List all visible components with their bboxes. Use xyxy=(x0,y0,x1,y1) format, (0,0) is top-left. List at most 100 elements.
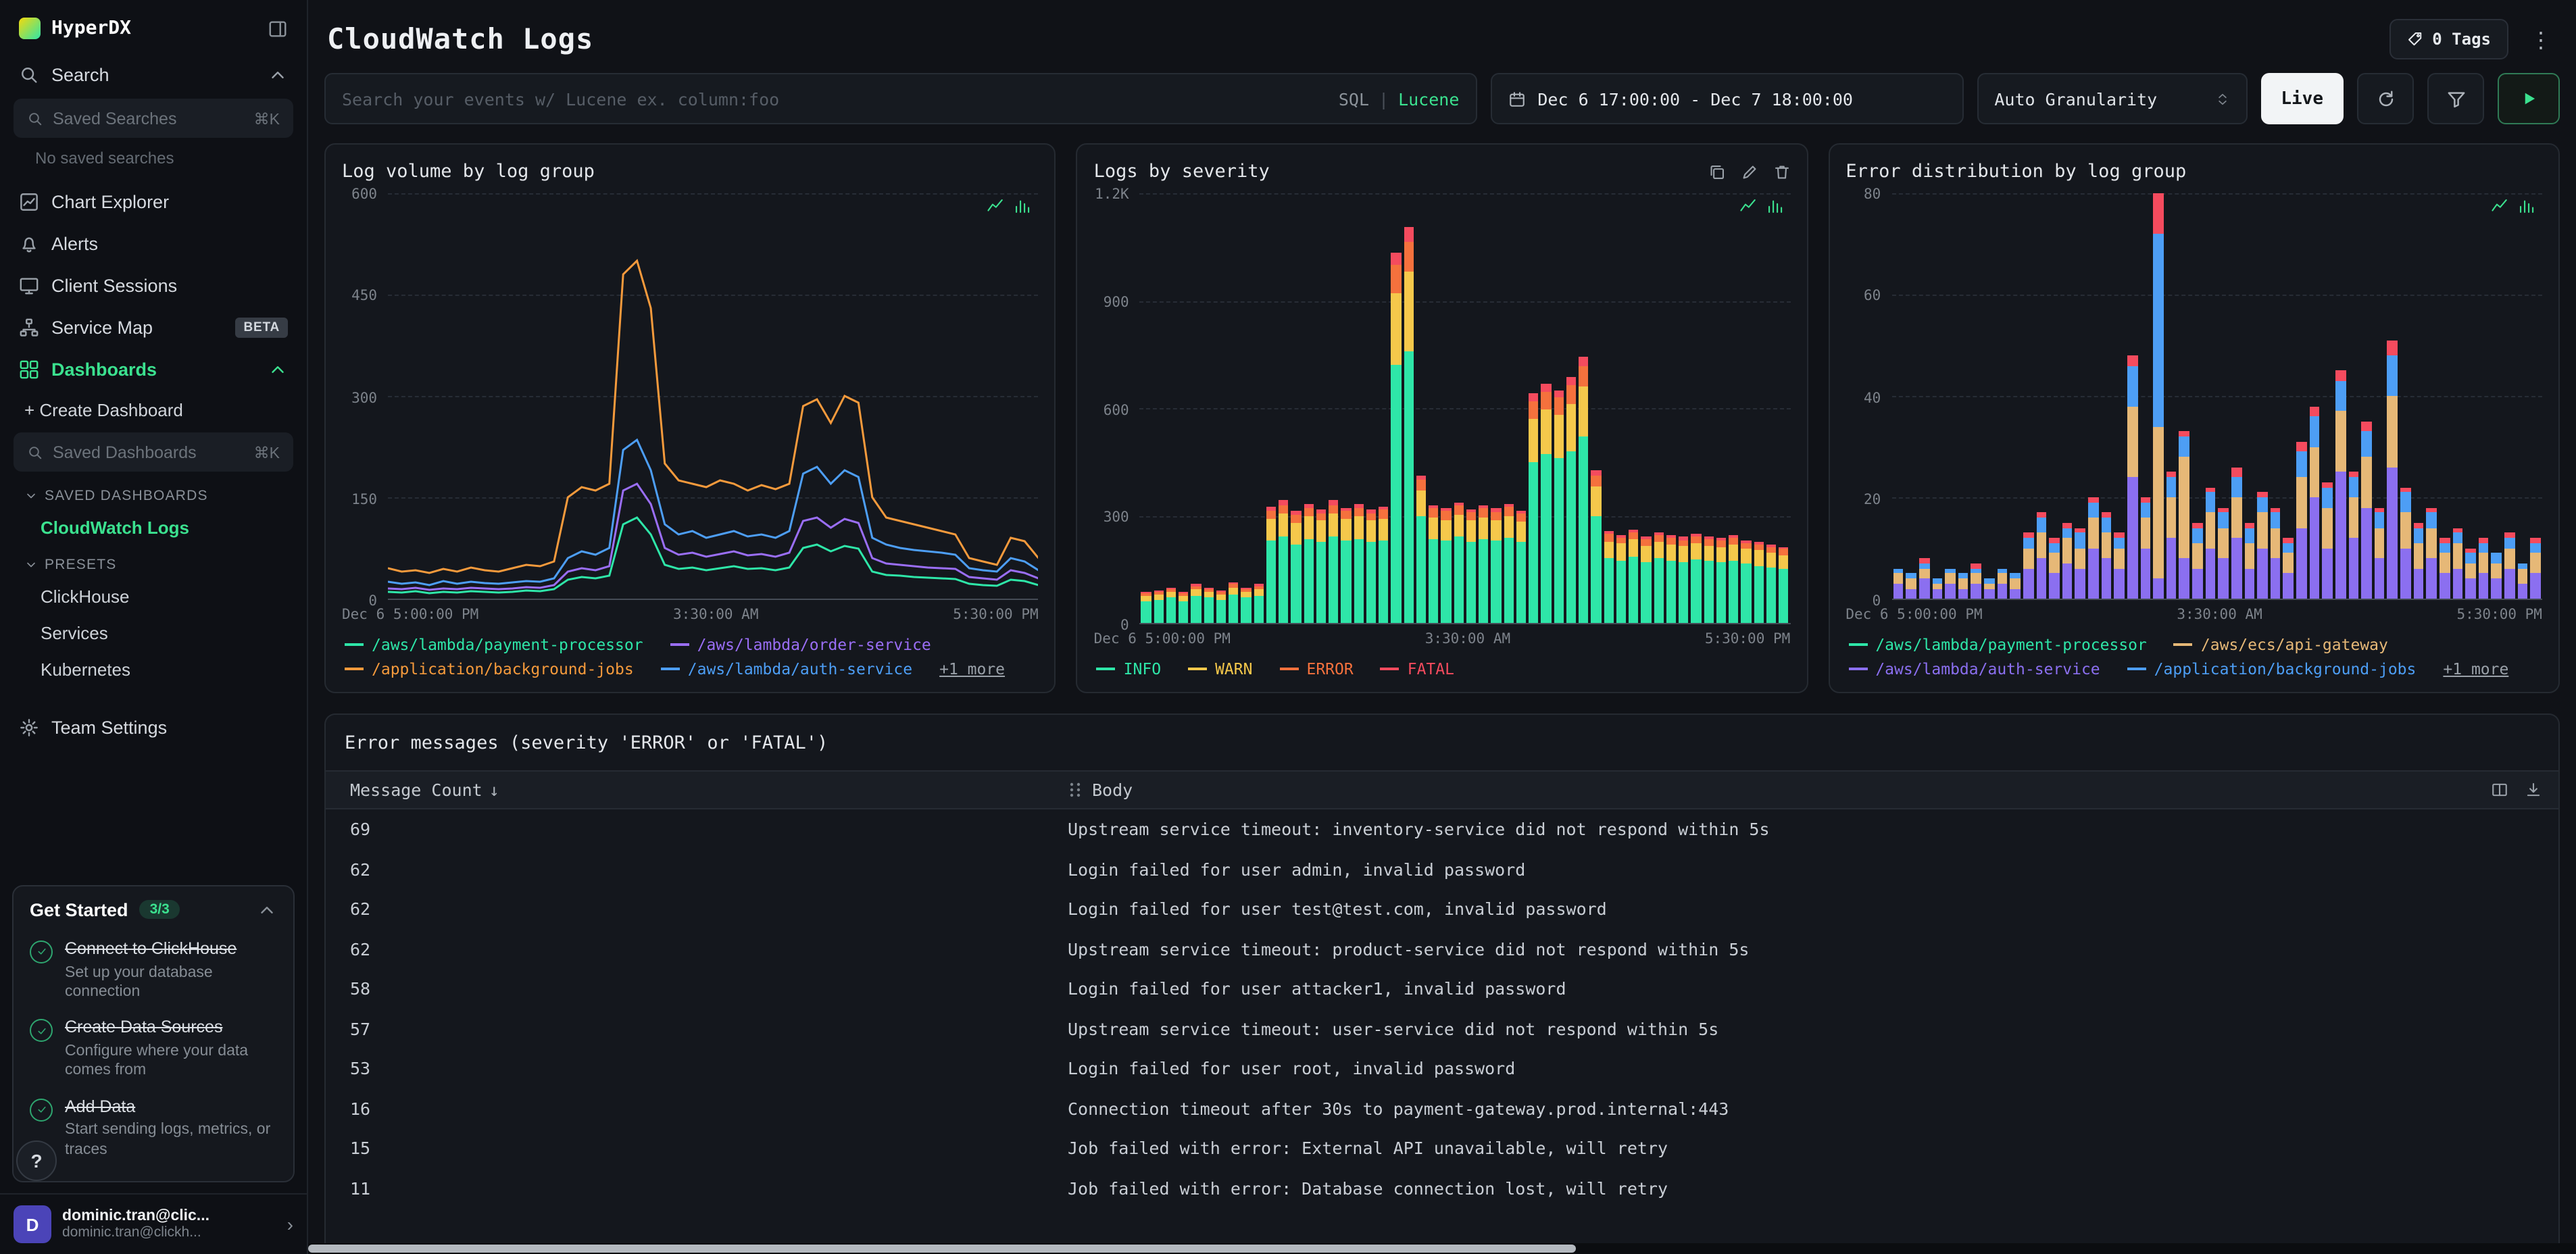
legend-item[interactable]: ERROR xyxy=(1279,659,1354,678)
bar[interactable] xyxy=(2231,193,2242,599)
bar[interactable] xyxy=(1366,193,1377,623)
bar[interactable] xyxy=(2088,193,2099,599)
bar[interactable] xyxy=(1216,193,1227,623)
delete-chart-icon[interactable] xyxy=(1773,163,1790,180)
tags-button[interactable]: 0 Tags xyxy=(2389,19,2508,59)
live-button[interactable]: Live xyxy=(2260,73,2344,124)
bar[interactable] xyxy=(1541,193,1552,623)
section-header-saved-dashboards[interactable]: SAVED DASHBOARDS xyxy=(0,477,307,509)
saved-dashboards-input[interactable]: Saved Dashboards ⌘K xyxy=(14,432,293,472)
bar[interactable] xyxy=(1779,193,1789,623)
bar[interactable] xyxy=(1454,193,1464,623)
table-row[interactable]: 15 Job failed with error: External API un… xyxy=(326,1128,2558,1168)
bar-chart-toggle-icon[interactable] xyxy=(1014,197,1032,215)
bar[interactable] xyxy=(1204,193,1214,623)
dashboard-link[interactable]: CloudWatch Logs xyxy=(0,509,307,546)
bar[interactable] xyxy=(1554,193,1564,623)
sidebar-item-chart-explorer[interactable]: Chart Explorer xyxy=(0,181,307,223)
bar[interactable] xyxy=(1279,193,1289,623)
bar[interactable] xyxy=(2465,193,2476,599)
table-row[interactable]: 69 Upstream service timeout: inventory-se… xyxy=(326,809,2558,849)
duplicate-chart-icon[interactable] xyxy=(1708,163,1725,180)
bar[interactable] xyxy=(1629,193,1639,623)
sidebar-item-service-map[interactable]: Service Map BETA xyxy=(0,307,307,349)
legend-item[interactable]: /application/background-jobs xyxy=(2127,659,2416,678)
line-chart-toggle-icon[interactable] xyxy=(987,197,1005,215)
bar[interactable] xyxy=(2504,193,2515,599)
bar[interactable] xyxy=(1291,193,1302,623)
bar[interactable] xyxy=(2114,193,2125,599)
legend-item[interactable]: INFO xyxy=(1096,659,1161,678)
bar[interactable] xyxy=(1141,193,1151,623)
legend-item[interactable]: +1 more xyxy=(2443,659,2508,678)
get-started-item[interactable]: Create Data Sources Configure where your … xyxy=(30,1010,277,1089)
bar[interactable] xyxy=(2062,193,2073,599)
horizontal-scrollbar[interactable] xyxy=(308,1243,2576,1254)
bar[interactable] xyxy=(1754,193,1764,623)
bar[interactable] xyxy=(1945,193,1956,599)
more-options-icon[interactable]: ⋮ xyxy=(2525,26,2557,52)
bar[interactable] xyxy=(1997,193,2008,599)
bar[interactable] xyxy=(1716,193,1727,623)
bar[interactable] xyxy=(1304,193,1314,623)
bar[interactable] xyxy=(1984,193,1995,599)
bar[interactable] xyxy=(1191,193,1202,623)
bar[interactable] xyxy=(1579,193,1589,623)
line-chart-toggle-icon[interactable] xyxy=(2491,197,2508,215)
granularity-select[interactable]: Auto Granularity xyxy=(1977,73,2248,124)
bar[interactable] xyxy=(1906,193,1916,599)
bar[interactable] xyxy=(2426,193,2437,599)
table-row[interactable]: 62 Login failed for user admin, invalid p… xyxy=(326,849,2558,889)
bar[interactable] xyxy=(2023,193,2034,599)
chart-plot[interactable] xyxy=(1139,193,1791,624)
legend-item[interactable]: /aws/lambda/auth-service xyxy=(660,659,912,678)
bar[interactable] xyxy=(2439,193,2450,599)
dashboard-link[interactable]: ClickHouse xyxy=(0,578,307,615)
bar[interactable] xyxy=(2387,193,2398,599)
table-row[interactable]: 57 Upstream service timeout: user-service… xyxy=(326,1009,2558,1049)
bar[interactable] xyxy=(1241,193,1252,623)
bar[interactable] xyxy=(1591,193,1602,623)
bar[interactable] xyxy=(2452,193,2463,599)
scrollbar-thumb[interactable] xyxy=(308,1245,1576,1253)
bar[interactable] xyxy=(1766,193,1777,623)
bar[interactable] xyxy=(1604,193,1614,623)
bar[interactable] xyxy=(2530,193,2541,599)
bar[interactable] xyxy=(1893,193,1904,599)
table-row[interactable]: 58 Login failed for user attacker1, inval… xyxy=(326,969,2558,1009)
bar[interactable] xyxy=(2296,193,2307,599)
bar[interactable] xyxy=(2140,193,2151,599)
bar[interactable] xyxy=(2348,193,2359,599)
chart-plot[interactable] xyxy=(388,193,1039,600)
sidebar-item-alerts[interactable]: Alerts xyxy=(0,223,307,265)
bar[interactable] xyxy=(1266,193,1277,623)
bar[interactable] xyxy=(2166,193,2177,599)
bar[interactable] xyxy=(2478,193,2489,599)
chevron-up-icon[interactable] xyxy=(257,900,277,920)
bar[interactable] xyxy=(1466,193,1477,623)
bar[interactable] xyxy=(1479,193,1489,623)
section-header-presets[interactable]: PRESETS xyxy=(0,546,307,578)
table-row[interactable]: 62 Upstream service timeout: product-serv… xyxy=(326,929,2558,969)
bar[interactable] xyxy=(1691,193,1702,623)
columns-settings-icon[interactable] xyxy=(2491,781,2508,799)
bar[interactable] xyxy=(2153,193,2164,599)
legend-item[interactable]: +1 more xyxy=(939,659,1005,678)
sidebar-item-dashboards[interactable]: Dashboards xyxy=(0,349,307,391)
bar[interactable] xyxy=(2192,193,2203,599)
bar[interactable] xyxy=(1741,193,1752,623)
bar[interactable] xyxy=(1654,193,1664,623)
dashboard-link[interactable]: Kubernetes xyxy=(0,651,307,688)
dashboard-link[interactable]: Services xyxy=(0,615,307,651)
bar[interactable] xyxy=(1354,193,1364,623)
bar[interactable] xyxy=(1958,193,1968,599)
bar[interactable] xyxy=(2322,193,2333,599)
bar[interactable] xyxy=(1166,193,1176,623)
bar[interactable] xyxy=(2491,193,2502,599)
table-row[interactable]: 62 Login failed for user test@test.com, i… xyxy=(326,889,2558,929)
bar[interactable] xyxy=(2127,193,2138,599)
bar[interactable] xyxy=(2179,193,2190,599)
legend-item[interactable]: WARN xyxy=(1188,659,1252,678)
bar[interactable] xyxy=(1971,193,1982,599)
table-row[interactable]: 53 Login failed for user root, invalid pa… xyxy=(326,1049,2558,1088)
